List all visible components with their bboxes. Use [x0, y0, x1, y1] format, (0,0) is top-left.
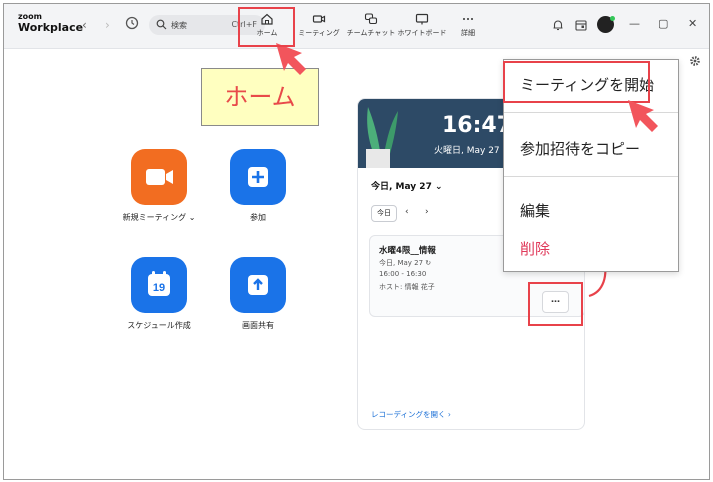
today-button[interactable]: 今日 — [371, 205, 397, 222]
schedule-tile[interactable]: 19 — [131, 257, 187, 313]
calendar-icon: 19 — [148, 271, 170, 296]
date-selector[interactable]: 今日, May 27 ⌄ — [371, 179, 443, 192]
new-meeting-label: 新規ミーティング — [122, 213, 187, 222]
maximize-icon[interactable]: ▢ — [658, 17, 668, 30]
logo-line2: Workplace — [18, 21, 84, 34]
join-label: 参加 — [250, 213, 266, 222]
back-arrow-icon[interactable]: ‹ — [82, 18, 87, 32]
zoom-workplace-logo: zoom Workplace — [18, 12, 84, 34]
join-tile[interactable] — [230, 149, 286, 205]
menu-divider — [504, 176, 678, 177]
clock-time: 16:47 — [442, 113, 513, 138]
schedule-label: スケジュール作成 — [127, 321, 191, 330]
share-screen-tile[interactable] — [230, 257, 286, 313]
share-screen-button[interactable]: 画面共有 — [218, 257, 298, 331]
new-meeting-tile[interactable] — [131, 149, 187, 205]
top-bar: zoom Workplace ‹ › 検索 Ctrl+F ホーム ミーティング … — [4, 4, 709, 49]
tab-team-chat[interactable]: チームチャット — [344, 8, 398, 44]
close-icon[interactable]: ✕ — [688, 17, 697, 30]
pointer-arrow-start-icon — [628, 100, 658, 132]
copy-invite-menu-item[interactable]: 参加招待をコピー — [520, 138, 640, 159]
join-button[interactable]: 参加 — [218, 149, 298, 223]
chat-icon — [364, 13, 378, 25]
schedule-button[interactable]: 19 スケジュール作成 — [119, 257, 199, 331]
more-button-highlight — [528, 282, 583, 326]
video-icon — [312, 15, 326, 23]
chevron-down-icon: ⌄ — [434, 182, 443, 192]
recurring-icon: ↻ — [425, 259, 432, 267]
prev-day-icon[interactable]: ‹ — [405, 207, 409, 217]
tab-whiteboard-label: ホワイトボード — [397, 29, 447, 37]
delete-menu-item[interactable]: 削除 — [520, 238, 550, 259]
date-selector-label: 今日, May 27 — [371, 182, 432, 192]
meeting-time: 16:00 - 16:30 — [379, 270, 427, 278]
edit-menu-item[interactable]: 編集 — [520, 200, 550, 221]
bell-icon[interactable] — [551, 18, 565, 32]
tab-more[interactable]: 詳細 — [453, 8, 483, 44]
video-camera-icon — [146, 169, 173, 185]
presence-dot-icon — [610, 16, 615, 21]
whiteboard-icon — [415, 13, 429, 25]
share-up-arrow-icon — [248, 275, 268, 295]
search-icon — [156, 19, 167, 30]
minimize-icon[interactable]: — — [629, 17, 640, 30]
tab-whiteboard[interactable]: ホワイトボード — [396, 8, 448, 44]
next-day-icon[interactable]: › — [425, 207, 429, 217]
plus-icon — [248, 167, 268, 187]
new-meeting-dropdown-icon[interactable]: ⌄ — [189, 213, 196, 222]
history-icon[interactable] — [125, 16, 139, 30]
forward-arrow-icon[interactable]: › — [105, 18, 110, 32]
calendar-day-number: 19 — [153, 282, 165, 294]
tab-more-label: 詳細 — [461, 29, 475, 37]
clock-date: 火曜日, May 27 — [434, 146, 500, 156]
search-placeholder: 検索 — [171, 21, 187, 30]
app-window: zoom Workplace ‹ › 検索 Ctrl+F ホーム ミーティング … — [3, 3, 710, 480]
meeting-date: 今日, May 27 — [379, 259, 424, 267]
gear-icon[interactable] — [689, 55, 701, 67]
logo-line1: zoom — [18, 12, 42, 21]
share-screen-label: 画面共有 — [242, 321, 274, 330]
tab-team-chat-label: チームチャット — [346, 29, 396, 37]
tab-meetings-label: ミーティング — [298, 29, 340, 37]
open-recordings-link[interactable]: レコーディングを開く › — [371, 409, 451, 420]
meeting-date-row: 今日, May 27 ↻ — [379, 258, 431, 268]
meeting-host: ホスト: 情報 花子 — [379, 283, 435, 291]
new-meeting-button[interactable]: 新規ミーティング ⌄ — [119, 149, 199, 223]
more-icon — [463, 18, 473, 20]
calendar-small-icon[interactable] — [574, 18, 588, 32]
plant-illustration-icon — [366, 107, 398, 168]
meeting-title: 水曜4限__情報 — [379, 246, 436, 256]
home-tab-highlight — [238, 7, 295, 47]
